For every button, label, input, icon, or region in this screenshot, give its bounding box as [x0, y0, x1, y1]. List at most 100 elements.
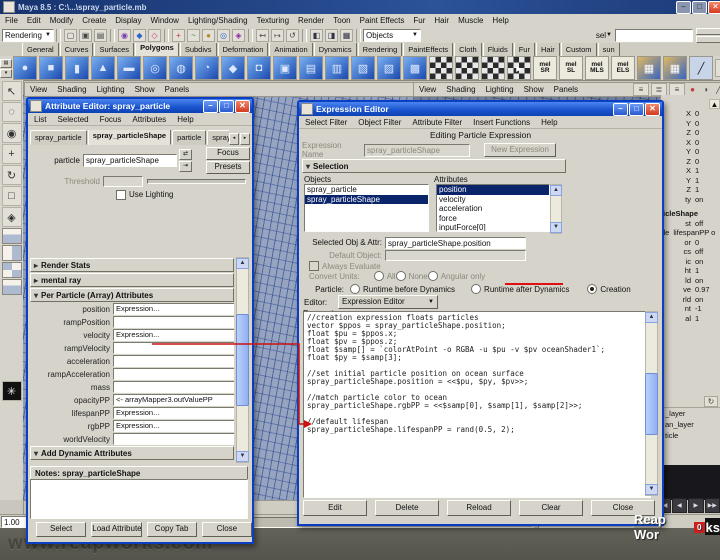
tab-scroll-left-icon[interactable]: ◂	[229, 133, 239, 145]
attribute-editor-titlebar[interactable]: Attribute Editor: spray_particle – □ ✕	[28, 99, 252, 113]
maximize-button[interactable]: □	[219, 100, 234, 113]
section-header-add-dynamic[interactable]: Add Dynamic Attributes	[30, 446, 234, 460]
channel-row[interactable]: or0	[661, 238, 720, 248]
sel-input[interactable]	[615, 29, 693, 42]
status-icon[interactable]	[164, 29, 169, 42]
selected-obj-attr-field[interactable]: spray_particleShape.position	[385, 237, 526, 249]
shelf-tab[interactable]: Animation	[269, 43, 312, 56]
panel-menu-item[interactable]: Panels	[164, 85, 190, 94]
attributes-list[interactable]: positionvelocityaccelerationforceinputFo…	[436, 184, 550, 232]
shelf-icon[interactable]: ▩	[403, 56, 427, 80]
shelf-icon[interactable]: ▤	[299, 56, 323, 80]
status-icon[interactable]: ▣	[79, 29, 92, 42]
channel-layout-icon-1[interactable]: ≡	[633, 83, 649, 96]
shelf-tab[interactable]: Polygons	[135, 43, 179, 56]
tool-button[interactable]: ↖	[2, 81, 22, 101]
default-object-field[interactable]	[385, 250, 526, 261]
attribute-editor-scrollbar[interactable]: ▲ ▼	[236, 257, 249, 463]
attribute-list-item[interactable]: velocity	[437, 195, 549, 205]
shelf-tab[interactable]: Deformation	[218, 43, 269, 56]
section-header-per-particle[interactable]: Per Particle (Array) Attributes	[30, 288, 234, 302]
attribute-field[interactable]	[113, 355, 234, 367]
menu-item[interactable]: Help	[540, 118, 558, 127]
objects-list[interactable]: spray_particlespray_particleShape	[304, 184, 429, 232]
status-icon[interactable]: ◉	[118, 29, 131, 42]
toggle-bar-icon[interactable]	[696, 28, 720, 35]
attribute-field[interactable]: Expression...	[113, 407, 234, 419]
attribute-list-item[interactable]: acceleration	[437, 204, 549, 214]
status-icon[interactable]: ◧	[310, 29, 323, 42]
shelf-icon[interactable]: ◘	[247, 56, 271, 80]
always-evaluate-checkbox[interactable]	[309, 261, 319, 271]
dialog-button[interactable]: Load Attributes	[91, 522, 141, 537]
scroll-down-icon[interactable]: ▼	[645, 484, 658, 495]
channel-row[interactable]: Z0	[661, 128, 720, 138]
channel-row[interactable]: al1	[661, 314, 720, 324]
layer-refresh-icon[interactable]: ↻	[704, 396, 718, 407]
shelf-icon[interactable]: ◆	[221, 56, 245, 80]
status-icon[interactable]: ▤	[94, 29, 107, 42]
shelf-icon[interactable]: mel SL	[559, 56, 583, 80]
status-icon[interactable]	[248, 29, 253, 42]
minimize-button[interactable]: –	[203, 100, 218, 113]
menu-item[interactable]: Paint Effects	[359, 16, 406, 25]
presets-button[interactable]: Presets	[206, 161, 250, 174]
status-icon[interactable]: ◎	[217, 29, 230, 42]
layout-four-pane-button[interactable]	[2, 262, 22, 278]
menu-item[interactable]: Texturing	[256, 16, 290, 25]
close-button[interactable]: ✕	[235, 100, 250, 113]
channel-row[interactable]: stoff	[661, 219, 720, 229]
shelf-icon[interactable]: ◔	[195, 56, 219, 80]
status-icon[interactable]: ~	[187, 29, 200, 42]
attribute-field[interactable]	[113, 368, 234, 380]
channel-row[interactable]: nt-1	[661, 304, 720, 314]
menu-item[interactable]: Window	[150, 16, 180, 25]
menu-item[interactable]: Hair	[433, 16, 450, 25]
node-tab[interactable]: spray_particleShape	[88, 130, 171, 145]
status-icon[interactable]: ▢	[64, 29, 77, 42]
particle-mode-option[interactable]: Runtime before Dynamics	[350, 284, 455, 294]
tool-button[interactable]: +	[2, 144, 22, 164]
channel-row[interactable]: ldon	[661, 276, 720, 286]
attribute-list-item[interactable]: inputForce[0]	[437, 223, 549, 232]
status-icon[interactable]	[110, 29, 115, 42]
attribute-list-item[interactable]: position	[437, 185, 549, 195]
shelf-icon[interactable]: ▧	[351, 56, 375, 80]
shelf-icon[interactable]: ◍	[169, 56, 193, 80]
shelf-tab[interactable]: General	[22, 43, 59, 56]
channel-row[interactable]: delifespanPP o	[661, 228, 720, 238]
dialog-button[interactable]: Reload	[447, 500, 511, 516]
menu-item[interactable]: Selected	[56, 115, 89, 124]
menu-item[interactable]: Display	[114, 16, 142, 25]
maximize-button[interactable]: □	[692, 1, 707, 14]
menu-item[interactable]: Fur	[412, 16, 426, 25]
status-icon[interactable]: ◨	[325, 29, 338, 42]
menu-item[interactable]: Edit	[26, 16, 42, 25]
tool-button[interactable]: □	[2, 186, 22, 206]
shelf-icon[interactable]	[481, 56, 505, 80]
dialog-button[interactable]: Copy Tab	[147, 522, 197, 537]
attributes-list-scrollbar[interactable]: ▲ ▼	[550, 184, 562, 234]
menu-item[interactable]: Focus	[99, 115, 123, 124]
tool-button[interactable]: ◈	[2, 207, 22, 227]
menu-item[interactable]: File	[4, 16, 19, 25]
channel-row[interactable]: ve0.97	[661, 285, 720, 295]
status-icon[interactable]: ↦	[271, 29, 284, 42]
shelf-tab[interactable]: Rendering	[358, 43, 403, 56]
menu-item[interactable]: Attribute Filter	[411, 118, 463, 127]
use-lighting-checkbox[interactable]	[116, 190, 126, 200]
status-icon[interactable]: +	[172, 29, 185, 42]
shelf-icon[interactable]: ▦	[637, 56, 661, 80]
menu-item[interactable]: Insert Functions	[472, 118, 531, 127]
close-button[interactable]: ✕	[645, 103, 660, 116]
shelf-tab[interactable]: Fur	[514, 43, 535, 56]
shelf-icon[interactable]: ▬	[117, 56, 141, 80]
channel-row[interactable]: Y0	[661, 119, 720, 129]
shelf-icon[interactable]: ●	[13, 56, 37, 80]
dialog-button[interactable]: Close	[202, 522, 252, 537]
shelf-tab[interactable]: Curves	[60, 43, 94, 56]
shelf-tab[interactable]: Dynamics	[314, 43, 357, 56]
status-icon[interactable]: ◈	[232, 29, 245, 42]
attribute-list-item[interactable]: force	[437, 214, 549, 224]
expression-editor-titlebar[interactable]: Expression Editor – □ ✕	[299, 102, 662, 116]
